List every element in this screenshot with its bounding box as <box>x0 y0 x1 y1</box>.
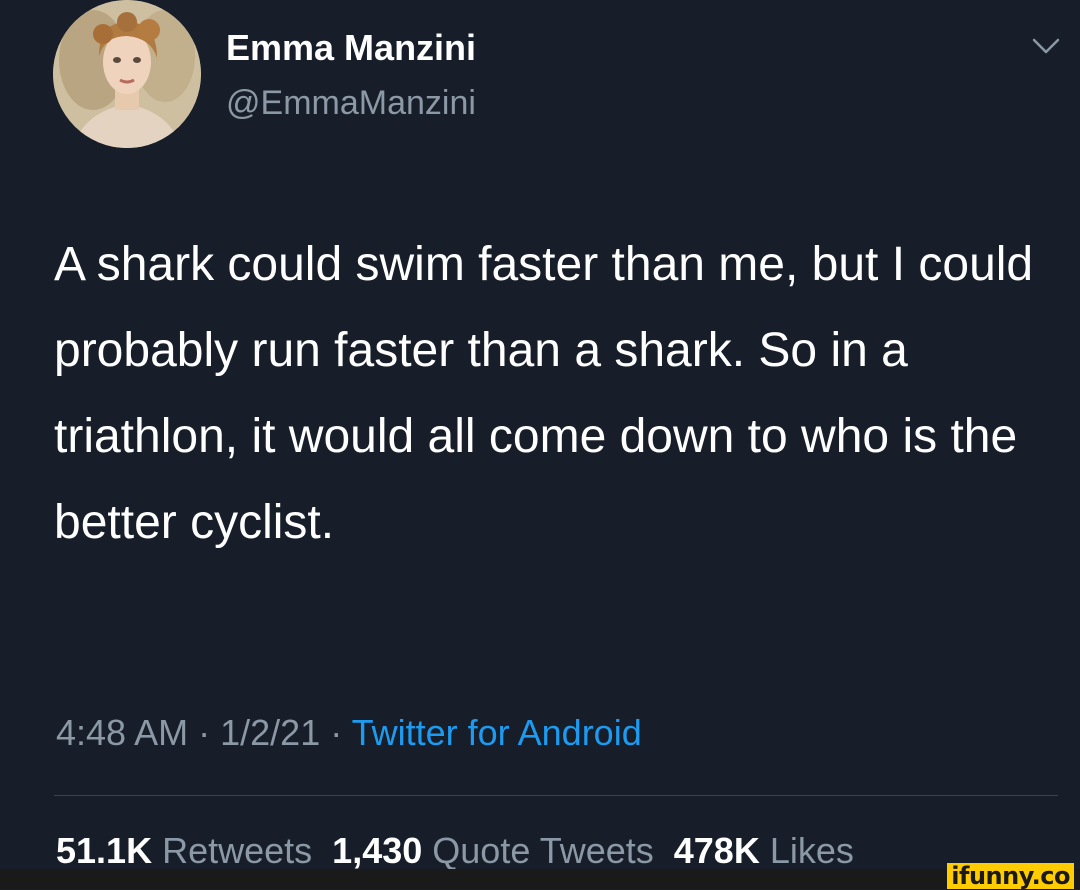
meta-separator: · <box>330 712 343 753</box>
engagement-stats: 51.1K Retweets 1,430 Quote Tweets 478K Lik… <box>56 830 854 872</box>
retweets-stat[interactable]: 51.1K Retweets <box>56 830 312 871</box>
retweets-count: 51.1K <box>56 830 153 871</box>
likes-label: Likes <box>769 830 854 871</box>
likes-count: 478K <box>673 830 760 871</box>
portrait-avatar-image <box>53 0 201 148</box>
divider <box>54 795 1058 796</box>
quote-tweets-label: Quote Tweets <box>432 830 654 871</box>
footer-bar <box>0 869 1080 889</box>
user-handle[interactable]: @EmmaManzini <box>226 84 476 123</box>
tweet-text: A shark could swim faster than me, but I… <box>54 238 1034 549</box>
chevron-down-icon[interactable] <box>1026 28 1066 64</box>
retweets-label: Retweets <box>162 830 313 871</box>
meta-separator: · <box>198 712 211 753</box>
tweet-source-link[interactable]: Twitter for Android <box>352 712 642 753</box>
avatar[interactable] <box>53 0 201 148</box>
watermark: ifunny.co <box>947 863 1074 889</box>
quote-tweets-count: 1,430 <box>332 830 423 871</box>
tweet-time: 4:48 AM <box>56 712 189 753</box>
tweet-card: Emma Manzini @EmmaManzini A shark could … <box>0 0 1080 889</box>
tweet-metadata: 4:48 AM · 1/2/21 · Twitter for Android <box>56 712 642 754</box>
likes-stat[interactable]: 478K Likes <box>674 830 854 871</box>
quote-tweets-stat[interactable]: 1,430 Quote Tweets <box>332 830 654 871</box>
display-name[interactable]: Emma Manzini <box>226 27 476 69</box>
tweet-date: 1/2/21 <box>220 712 321 753</box>
